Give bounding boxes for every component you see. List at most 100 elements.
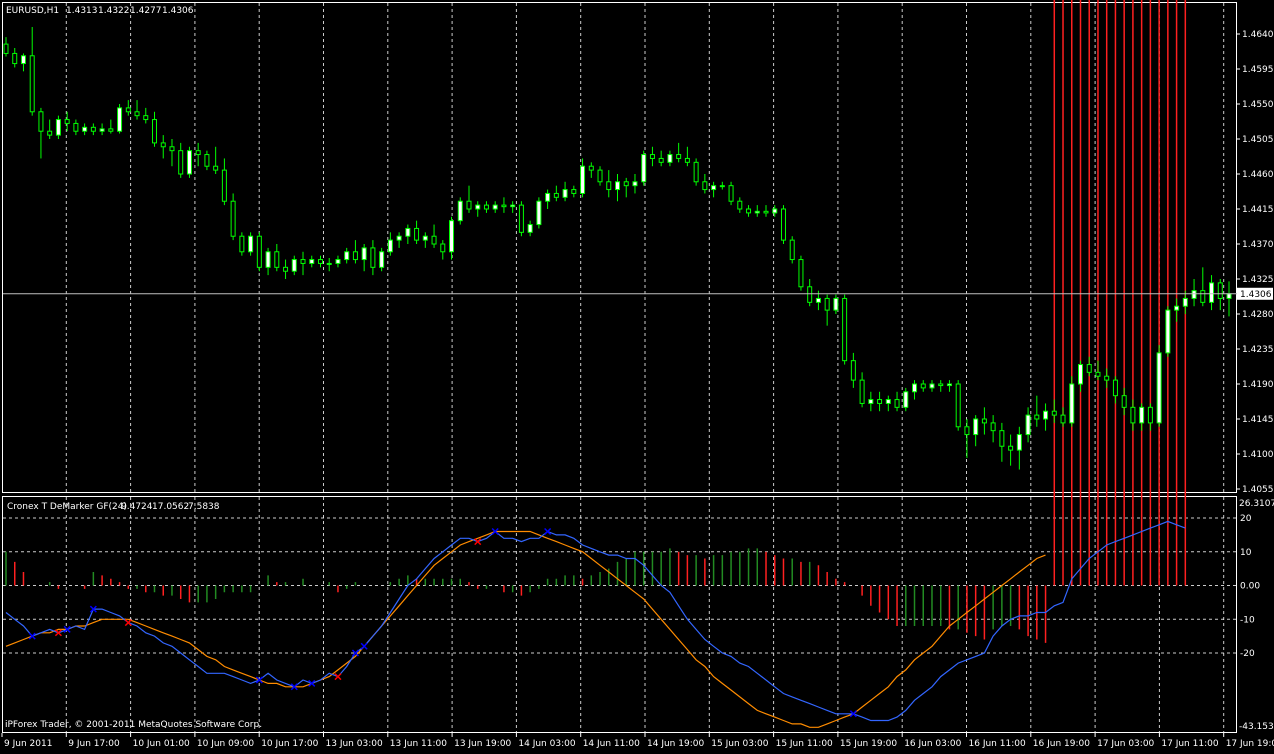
candle-bull [492, 204, 498, 210]
indicator-value-2: 17.0562 [152, 502, 189, 512]
price-tick-label: 1.4370 [1242, 240, 1274, 250]
price-tick-label: 1.4235 [1242, 345, 1274, 355]
time-label: 15 Jun 11:00 [776, 739, 833, 749]
candle-bear [414, 227, 420, 241]
candle-bull [1025, 414, 1031, 436]
candle-bull [344, 251, 350, 261]
time-label: 10 Jun 01:00 [133, 739, 190, 749]
candle-bull [545, 192, 551, 202]
candle-bear [780, 208, 786, 241]
candle-bear [964, 426, 970, 436]
candle-bear [3, 43, 9, 54]
candle-bull [772, 208, 778, 214]
candle-bear [1112, 379, 1118, 397]
candle-bear [1095, 371, 1101, 377]
price-tick-label: 1.4190 [1242, 380, 1274, 390]
candle-bull [815, 297, 821, 303]
candle-bull [903, 391, 909, 408]
candle-bull [99, 128, 105, 132]
candle-bear [597, 169, 603, 183]
candle-bear [606, 181, 612, 191]
candle-bear [1200, 290, 1206, 303]
candle-bear [213, 165, 219, 171]
price-tick-label: 1.4640 [1242, 30, 1274, 40]
candle-bear [737, 200, 743, 210]
candle-bear [239, 235, 245, 253]
candle-bear [134, 111, 140, 117]
candle-bull [754, 210, 760, 214]
candle-bull [379, 251, 385, 268]
candle-bear [877, 399, 883, 404]
candle-bear [842, 297, 848, 362]
indicator-value-3: 7.5838 [188, 502, 220, 512]
candle-bear [763, 210, 769, 214]
candle-bear [1051, 410, 1057, 416]
candle-bear [12, 52, 18, 65]
candle-bear [195, 150, 201, 156]
time-label: 14 Jun 19:00 [647, 739, 704, 749]
ohlc-open: 1.4313 [66, 6, 98, 16]
chart-window[interactable]: 1.4640 1.4595 1.4550 1.4505 1.4460 1.4415 1.43… [0, 0, 1274, 750]
candle-bear [64, 119, 70, 124]
candle-bear [501, 204, 507, 208]
candle-bull [1069, 383, 1075, 424]
price-tick-label: 1.4055 [1242, 485, 1274, 495]
candle-bear [90, 126, 96, 132]
indicator-tick-label: 10 [1240, 548, 1252, 558]
candle-bull [20, 55, 26, 65]
candle-bull [868, 399, 874, 404]
candle-bull [55, 119, 61, 136]
candle-bear [431, 235, 437, 245]
candle-bear [518, 204, 524, 233]
candle-bull [562, 189, 568, 198]
candle-bear [300, 259, 306, 264]
candle-bear [440, 243, 446, 253]
indicator-tick-label: 0.00 [1240, 582, 1260, 592]
time-label: 14 Jun 11:00 [583, 739, 640, 749]
candle-bull [457, 200, 463, 222]
candle-bull [580, 165, 586, 194]
candle-bull [973, 418, 979, 436]
time-label: 13 Jun 03:00 [326, 739, 383, 749]
candle-bull [1209, 282, 1215, 303]
time-label: 14 Jun 03:00 [518, 739, 575, 749]
ohlc-high: 1.4322 [98, 6, 130, 16]
candle-bear [955, 383, 961, 428]
candle-bull [449, 220, 455, 253]
price-tick-label: 1.4325 [1242, 275, 1274, 285]
candle-bull [405, 227, 411, 237]
candle-bull [632, 181, 638, 187]
candle-bull [291, 259, 297, 272]
indicator-tick-label: -10 [1240, 615, 1255, 625]
price-tick-label: 1.4595 [1242, 65, 1274, 75]
indicator-tick-label: -20 [1240, 649, 1255, 659]
price-tick-label: 1.4145 [1242, 415, 1274, 425]
candle-bull [117, 107, 123, 132]
candle-bear [152, 119, 158, 144]
candle-bull [527, 224, 533, 233]
candle-bear [894, 399, 900, 408]
candle-bull [186, 150, 192, 175]
candle-bear [483, 204, 489, 210]
candle-bear [693, 161, 699, 183]
candle-bull [265, 251, 271, 268]
candle-bear [999, 430, 1005, 447]
chart-canvas[interactable]: 1.4640 1.4595 1.4550 1.4505 1.4460 1.4415 1.43… [0, 0, 1274, 750]
time-label: 13 Jun 19:00 [454, 739, 511, 749]
price-tick-label: 1.4415 [1242, 205, 1274, 215]
candle-bear [204, 154, 210, 167]
candle-bear [283, 266, 289, 272]
candle-bull [929, 383, 935, 389]
candle-bull [335, 259, 341, 264]
candle-bull [1174, 305, 1180, 311]
candle-bull [615, 181, 620, 191]
candle-bear [1121, 395, 1127, 408]
candle-bull [1191, 290, 1197, 299]
candle-bear [623, 181, 629, 187]
time-label: 13 Jun 11:00 [390, 739, 447, 749]
candle-bear [352, 251, 358, 261]
candle-bull [82, 126, 88, 132]
time-label: 9 Jun 17:00 [68, 739, 120, 749]
ohlc-close: 1.4306 [162, 6, 194, 16]
candle-bull [1077, 364, 1083, 385]
